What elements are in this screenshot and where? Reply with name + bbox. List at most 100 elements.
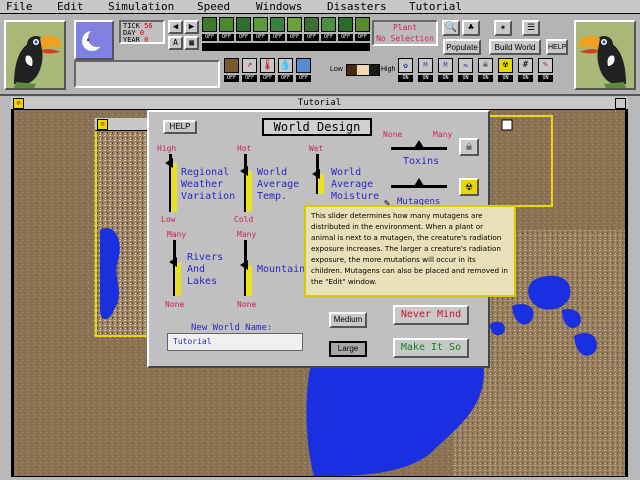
- env-switch[interactable]: OFF: [260, 75, 275, 82]
- plant-tool-10-icon[interactable]: [355, 17, 370, 32]
- moon-icon: [76, 22, 112, 58]
- bug-tool-icon[interactable]: ✿: [398, 58, 413, 73]
- plant-switch[interactable]: OFF: [219, 34, 234, 41]
- skull-icon[interactable]: ☠: [478, 58, 493, 73]
- world-info-button[interactable]: ☰: [522, 20, 540, 36]
- plant-switch[interactable]: OFF: [202, 34, 217, 41]
- plant-switch[interactable]: OFF: [270, 34, 285, 41]
- slider-knob[interactable]: [414, 178, 424, 186]
- menu-file[interactable]: File: [6, 0, 33, 13]
- plant-selection-value: No Selection: [376, 34, 434, 43]
- slider-knob[interactable]: [240, 166, 248, 176]
- plant-tool-2-icon[interactable]: [219, 17, 234, 32]
- toxin-skull-button[interactable]: ☠: [459, 138, 479, 156]
- slider-knob[interactable]: [312, 169, 320, 179]
- regional-label-line: Weather: [181, 179, 224, 190]
- creature-tool-icon[interactable]: M: [418, 58, 433, 73]
- animal-switch[interactable]: ON: [498, 75, 513, 82]
- menu-simulation[interactable]: Simulation: [108, 0, 174, 13]
- env-switch[interactable]: OFF: [278, 75, 293, 82]
- plant-switch[interactable]: OFF: [304, 34, 319, 41]
- prev-arrow-button[interactable]: ◀: [168, 20, 183, 34]
- moisture-slider[interactable]: [310, 154, 324, 194]
- regional-weather-slider[interactable]: [163, 154, 177, 212]
- menu-edit[interactable]: Edit: [57, 0, 84, 13]
- plant-tool-9-icon[interactable]: [338, 17, 353, 32]
- animal-tools: ✿ M M ≈ ☠ ☢ # ✎ ON ON ON ON ON ON ON ON: [398, 58, 573, 92]
- eraser-icon[interactable]: ✎: [538, 58, 553, 73]
- menu-speed[interactable]: Speed: [197, 0, 230, 13]
- plant-switch[interactable]: OFF: [287, 34, 302, 41]
- plant-tool-5-icon[interactable]: [270, 17, 285, 32]
- next-arrow-button[interactable]: ▶: [184, 20, 199, 34]
- terrain-tool-icon[interactable]: [224, 58, 239, 73]
- dialog-help-button[interactable]: HELP: [163, 120, 197, 134]
- temperature-scale[interactable]: [346, 64, 380, 76]
- mutagens-slider[interactable]: [391, 178, 447, 192]
- env-switch[interactable]: OFF: [242, 75, 257, 82]
- scale-high-label: High: [381, 66, 396, 73]
- plant-tool-1-icon[interactable]: [202, 17, 217, 32]
- plant-switch[interactable]: OFF: [321, 34, 336, 41]
- menu-windows[interactable]: Windows: [256, 0, 302, 13]
- slider-knob[interactable]: [169, 257, 177, 267]
- temperature-slider[interactable]: [238, 154, 252, 212]
- water-drop-icon[interactable]: 💧: [278, 58, 293, 73]
- grid-button[interactable]: ▦: [184, 36, 199, 50]
- make-it-so-button[interactable]: Make It So: [393, 338, 469, 358]
- wave-tool-icon[interactable]: ≈: [458, 58, 473, 73]
- menu-tutorial[interactable]: Tutorial: [409, 0, 462, 13]
- mountains-slider[interactable]: [238, 240, 252, 296]
- dialog-title: World Design: [262, 118, 372, 136]
- size-medium-button[interactable]: Medium: [329, 312, 367, 328]
- plant-selection-box: Plant No Selection: [372, 20, 438, 46]
- slider-knob[interactable]: [240, 260, 248, 270]
- creature-tool-2-icon[interactable]: M: [438, 58, 453, 73]
- magnify-button[interactable]: 🔍: [442, 20, 460, 36]
- slider-knob[interactable]: [414, 140, 424, 148]
- rain-tool-icon[interactable]: [296, 58, 311, 73]
- animal-switch[interactable]: ON: [458, 75, 473, 82]
- animal-switch[interactable]: ON: [418, 75, 433, 82]
- rivers-slider[interactable]: [167, 240, 181, 296]
- env-switch[interactable]: OFF: [296, 75, 311, 82]
- never-mind-button[interactable]: Never Mind: [393, 305, 469, 325]
- plant-tool-7-icon[interactable]: [304, 17, 319, 32]
- plant-info-button[interactable]: ♣: [462, 20, 480, 36]
- new-world-name-input[interactable]: Tutorial: [167, 333, 303, 351]
- rivers-label-line: And: [187, 264, 206, 275]
- temperature-tool-icon[interactable]: ↗: [242, 58, 257, 73]
- populate-button[interactable]: Populate: [443, 39, 481, 55]
- plant-switch[interactable]: OFF: [338, 34, 353, 41]
- toucan-icon: [6, 22, 64, 88]
- animal-switch[interactable]: ON: [438, 75, 453, 82]
- animal-switch[interactable]: ON: [398, 75, 413, 82]
- animal-info-button[interactable]: ✶: [494, 20, 512, 36]
- plant-tool-3-icon[interactable]: [236, 17, 251, 32]
- plant-tool-8-icon[interactable]: [321, 17, 336, 32]
- magnifier-icon: 🔍: [444, 22, 458, 33]
- mutagen-radiation-button[interactable]: ☢: [459, 178, 479, 196]
- close-icon[interactable]: ⊘: [97, 119, 108, 130]
- animal-switch[interactable]: ON: [518, 75, 533, 82]
- thermometer-icon[interactable]: 🌡: [260, 58, 275, 73]
- resize-icon[interactable]: [615, 98, 626, 109]
- toxins-slider[interactable]: [391, 140, 447, 154]
- radiation-icon[interactable]: ☢: [498, 58, 513, 73]
- animal-switch[interactable]: ON: [538, 75, 553, 82]
- fence-icon[interactable]: #: [518, 58, 533, 73]
- env-switch[interactable]: OFF: [224, 75, 239, 82]
- plant-switch[interactable]: OFF: [236, 34, 251, 41]
- regional-label-line: Regional: [181, 167, 230, 178]
- slider-knob[interactable]: [165, 158, 173, 168]
- plant-tool-6-icon[interactable]: [287, 17, 302, 32]
- plant-switch[interactable]: OFF: [253, 34, 268, 41]
- help-button[interactable]: HELP: [546, 39, 568, 55]
- menu-disasters[interactable]: Disasters: [327, 0, 387, 13]
- a-button[interactable]: A: [168, 36, 183, 50]
- plant-switch[interactable]: OFF: [355, 34, 370, 41]
- build-world-button[interactable]: Build World: [489, 39, 541, 55]
- animal-switch[interactable]: ON: [478, 75, 493, 82]
- size-large-button[interactable]: Large: [329, 341, 367, 357]
- plant-tool-4-icon[interactable]: [253, 17, 268, 32]
